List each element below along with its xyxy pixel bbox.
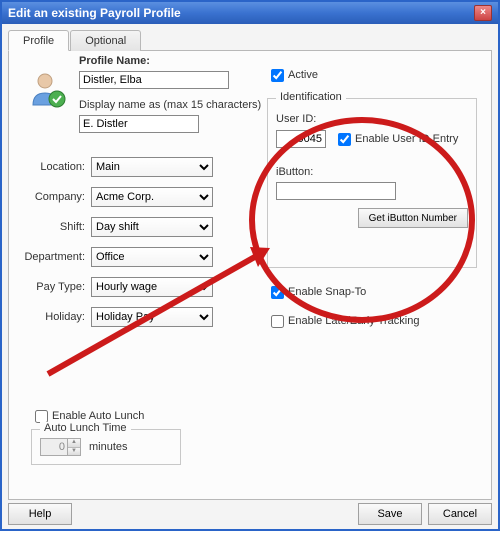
tab-profile[interactable]: Profile [8, 30, 69, 51]
shift-select[interactable]: Day shift [91, 217, 213, 237]
active-checkbox-row[interactable]: Active [267, 65, 477, 84]
help-button[interactable]: Help [8, 503, 72, 525]
auto-lunch-value [40, 438, 68, 456]
enable-snap-checkbox[interactable] [271, 286, 284, 299]
enable-user-id-entry-label: Enable User ID Entry [355, 133, 458, 145]
display-name-input[interactable] [79, 115, 199, 133]
stepper-buttons: ▲ ▼ [68, 438, 81, 456]
enable-late-row[interactable]: Enable Late/Early Tracking [267, 311, 477, 330]
tab-optional[interactable]: Optional [70, 30, 141, 51]
footer: Help Save Cancel [8, 503, 492, 525]
identification-group: Identification User ID: Enable User ID E… [267, 98, 477, 268]
ibutton-input[interactable] [276, 182, 396, 200]
tab-bar: Profile Optional [8, 30, 492, 51]
avatar [27, 69, 67, 109]
enable-late-label: Enable Late/Early Tracking [288, 315, 419, 327]
auto-lunch-unit: minutes [89, 441, 128, 453]
paytype-label: Pay Type: [21, 281, 91, 293]
auto-lunch-area: Enable Auto Lunch Auto Lunch Time ▲ ▼ mi… [31, 406, 231, 465]
auto-lunch-stepper[interactable]: ▲ ▼ [40, 438, 81, 456]
company-label: Company: [21, 191, 91, 203]
enable-snap-label: Enable Snap-To [288, 286, 366, 298]
enable-snap-row[interactable]: Enable Snap-To [267, 282, 477, 301]
paytype-select[interactable]: Hourly wage [91, 277, 213, 297]
stepper-up-icon[interactable]: ▲ [68, 439, 80, 448]
holiday-select[interactable]: Holiday Pay [91, 307, 213, 327]
client-area: Profile Optional Profile Name: Display n… [2, 24, 498, 529]
stepper-down-icon[interactable]: ▼ [68, 448, 80, 456]
close-icon[interactable]: × [474, 5, 492, 21]
location-label: Location: [21, 161, 91, 173]
profile-avatar-icon [27, 69, 67, 109]
identification-legend: Identification [276, 91, 346, 103]
holiday-label: Holiday: [21, 311, 91, 323]
cancel-button[interactable]: Cancel [428, 503, 492, 525]
user-id-input[interactable] [276, 130, 326, 148]
tab-panel-profile: Profile Name: Display name as (max 15 ch… [8, 50, 492, 500]
profile-name-label: Profile Name: [79, 55, 150, 67]
user-id-label: User ID: [276, 113, 468, 125]
get-ibutton-button[interactable]: Get iButton Number [358, 208, 468, 228]
auto-lunch-frame: Auto Lunch Time ▲ ▼ minutes [31, 429, 181, 465]
active-checkbox[interactable] [271, 69, 284, 82]
shift-label: Shift: [21, 221, 91, 233]
enable-user-id-entry-row[interactable]: Enable User ID Entry [334, 129, 458, 148]
save-button[interactable]: Save [358, 503, 422, 525]
enable-user-id-entry-checkbox[interactable] [338, 133, 351, 146]
location-select[interactable]: Main [91, 157, 213, 177]
auto-lunch-legend: Auto Lunch Time [40, 422, 131, 434]
profile-name-input[interactable] [79, 71, 229, 89]
enable-auto-lunch-label: Enable Auto Lunch [52, 410, 144, 422]
display-name-label: Display name as (max 15 characters) [79, 99, 261, 111]
ibutton-label: iButton: [276, 166, 468, 178]
window-title: Edit an existing Payroll Profile [8, 6, 474, 20]
department-select[interactable]: Office [91, 247, 213, 267]
titlebar: Edit an existing Payroll Profile × [2, 2, 498, 24]
enable-late-checkbox[interactable] [271, 315, 284, 328]
active-label: Active [288, 69, 318, 81]
company-select[interactable]: Acme Corp. [91, 187, 213, 207]
department-label: Department: [21, 251, 91, 263]
